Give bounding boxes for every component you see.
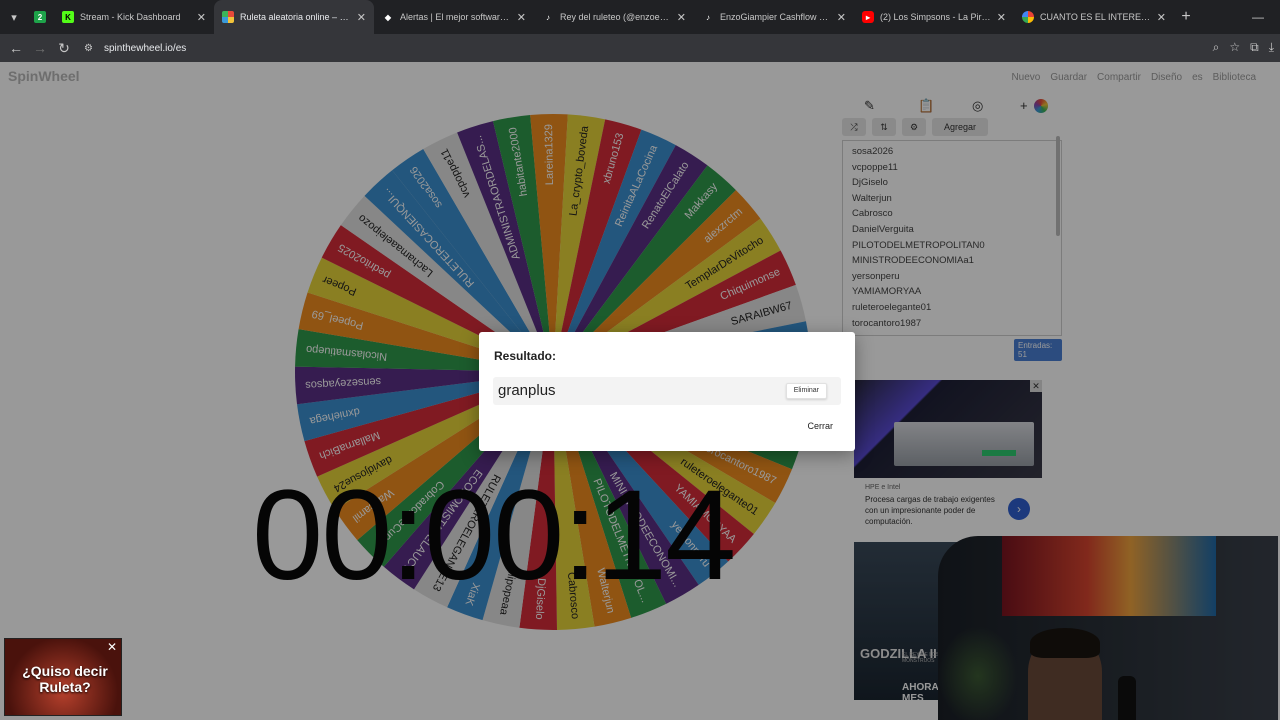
download-icon[interactable]: ⤓ xyxy=(1269,40,1274,55)
minimize-icon[interactable]: — xyxy=(1252,10,1264,24)
result-dialog: Resultado: granplus Eliminar Cerrar xyxy=(479,332,855,451)
kick-icon: K xyxy=(62,11,74,23)
extensions-icon[interactable]: ⧉ xyxy=(1250,40,1259,55)
close-tab-icon[interactable]: ✕ xyxy=(1157,11,1166,24)
promo-text: ¿Quiso decir Ruleta? xyxy=(22,663,108,695)
close-tab-icon[interactable]: ✕ xyxy=(677,11,686,24)
tab-title: Stream - Kick Dashboard xyxy=(80,12,181,22)
address-bar[interactable]: spinthewheel.io/es xyxy=(104,43,186,54)
close-tab-icon[interactable]: ✕ xyxy=(357,11,366,24)
wheel-favicon-icon xyxy=(222,11,234,23)
dialog-title: Resultado: xyxy=(494,349,557,363)
tab-title: (2) Los Simpsons - La Pirámid xyxy=(880,12,991,22)
zoom-icon[interactable]: ⌕ xyxy=(1213,40,1220,55)
tiktok-icon: ♪ xyxy=(546,12,550,22)
close-icon[interactable]: ✕ xyxy=(106,641,118,653)
close-tab-icon[interactable]: ✕ xyxy=(197,11,206,24)
tab-spinwheel[interactable]: Ruleta aleatoria online – rulet ✕ xyxy=(214,0,374,34)
tab-tiktok-rey[interactable]: ♪ Rey del ruleteo (@enzoeasyca ✕ xyxy=(534,0,694,34)
tab-kick[interactable]: K Stream - Kick Dashboard ✕ xyxy=(54,0,214,34)
bookmark-star-icon[interactable]: ☆ xyxy=(1229,40,1240,55)
tab-count-badge: 2 xyxy=(34,11,46,23)
remove-button[interactable]: Eliminar xyxy=(785,383,827,399)
google-icon xyxy=(1022,11,1034,23)
tab-youtube[interactable]: ▸ (2) Los Simpsons - La Pirámid ✕ xyxy=(854,0,1014,34)
close-tab-icon[interactable]: ✕ xyxy=(997,11,1006,24)
close-tab-icon[interactable]: ✕ xyxy=(837,11,846,24)
tab-group-badge[interactable]: 2 xyxy=(28,0,54,34)
back-button[interactable]: ← xyxy=(4,40,28,56)
reload-button[interactable]: ↻ xyxy=(52,40,76,57)
tab-title: Alertas | El mejor software par xyxy=(400,12,511,22)
countdown-timer: 00:00:14 xyxy=(252,464,736,607)
forward-button[interactable]: → xyxy=(28,40,52,56)
tab-bar: ▾ 2 K Stream - Kick Dashboard ✕ Ruleta a… xyxy=(0,0,1280,34)
tab-title: Rey del ruleteo (@enzoeasyca xyxy=(560,12,671,22)
tab-title: Ruleta aleatoria online – rulet xyxy=(240,12,351,22)
new-tab-button[interactable]: + xyxy=(1174,8,1198,26)
result-value: granplus xyxy=(498,382,556,399)
tab-tiktok-enzo[interactable]: ♪ EnzoGiampier Cashflow (@en ✕ xyxy=(694,0,854,34)
tab-search-button[interactable]: ▾ xyxy=(0,0,28,34)
youtube-icon: ▸ xyxy=(862,11,874,23)
tab-title: EnzoGiampier Cashflow (@en xyxy=(720,12,831,22)
tab-alertas[interactable]: ◆ Alertas | El mejor software par ✕ xyxy=(374,0,534,34)
diamond-icon: ◆ xyxy=(384,12,392,22)
promo-overlay: ¿Quiso decir Ruleta? ✕ xyxy=(4,638,122,716)
tiktok-icon: ♪ xyxy=(706,12,710,22)
close-button[interactable]: Cerrar xyxy=(807,421,833,431)
site-info-icon[interactable]: ⚙ xyxy=(84,43,98,54)
browser-toolbar: ← → ↻ ⚙ spinthewheel.io/es ⌕ ☆ ⧉ ⤓ xyxy=(0,34,1280,62)
result-box: granplus Eliminar xyxy=(493,377,841,405)
close-tab-icon[interactable]: ✕ xyxy=(517,11,526,24)
tab-title: CUANTO ES EL INTERES DE LA xyxy=(1040,12,1151,22)
tab-google[interactable]: CUANTO ES EL INTERES DE LA ✕ xyxy=(1014,0,1174,34)
